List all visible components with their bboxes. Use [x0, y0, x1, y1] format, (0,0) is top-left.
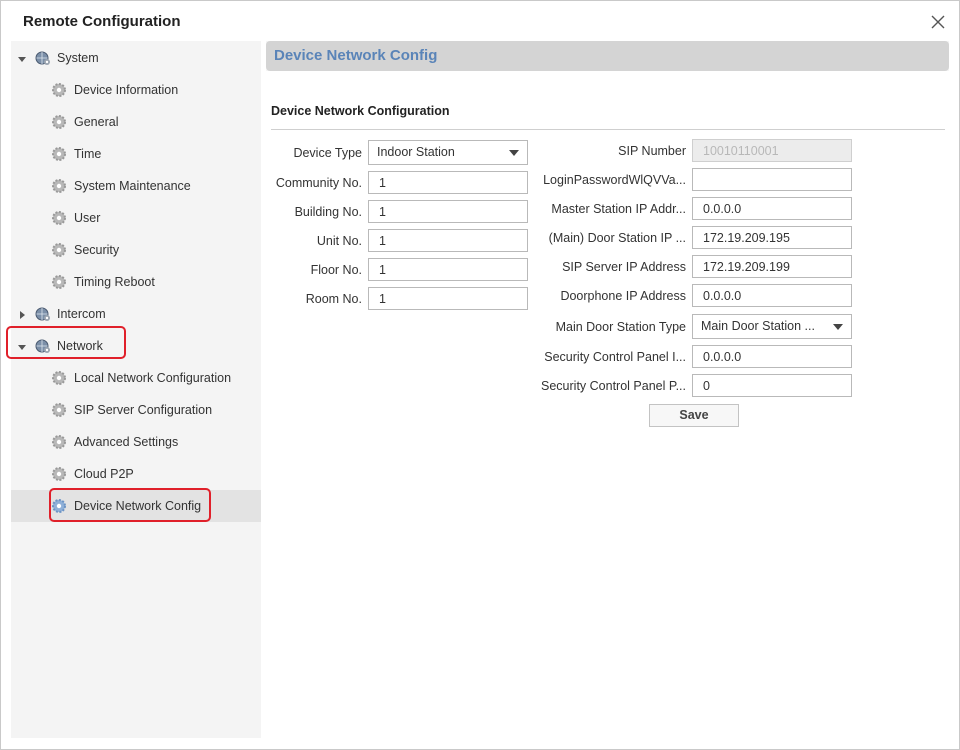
building-no-label: Building No.	[294, 205, 362, 219]
tree-item-system-maintenance[interactable]: System Maintenance	[11, 170, 261, 202]
main-door-station-type-label: Main Door Station Type	[555, 320, 686, 334]
building-no-input[interactable]	[368, 200, 528, 223]
gear-icon	[51, 178, 67, 194]
room-no-input[interactable]	[368, 287, 528, 310]
globe-gear-icon	[35, 306, 51, 322]
main-door-station-ip-label: (Main) Door Station IP ...	[548, 231, 686, 245]
globe-gear-icon	[35, 338, 51, 354]
login-password-label: LoginPasswordWlQVVa...	[543, 173, 686, 187]
sip-number-input	[692, 139, 852, 162]
gear-icon	[51, 498, 67, 514]
gear-icon	[51, 242, 67, 258]
tree-node-system[interactable]: System	[11, 42, 261, 74]
gear-icon	[51, 274, 67, 290]
tree-label-system: System	[57, 51, 99, 65]
tree-label: Cloud P2P	[74, 467, 134, 481]
dropdown-arrow-icon	[833, 324, 843, 330]
section-divider	[271, 129, 945, 130]
sip-number-label: SIP Number	[618, 144, 686, 158]
tree-label: User	[74, 211, 101, 225]
security-panel-port-input[interactable]	[692, 374, 852, 397]
gear-icon	[51, 114, 67, 130]
unit-no-label: Unit No.	[316, 234, 362, 248]
tree-label: Local Network Configuration	[74, 371, 232, 385]
security-panel-port-label: Security Control Panel P...	[541, 379, 686, 393]
window-title: Remote Configuration	[23, 13, 181, 30]
tree-item-time[interactable]: Time	[11, 138, 261, 170]
tree-node-intercom[interactable]: Intercom	[11, 298, 261, 330]
save-button[interactable]: Save	[649, 404, 739, 427]
sip-server-ip-label: SIP Server IP Address	[562, 260, 686, 274]
dropdown-arrow-icon	[509, 150, 519, 156]
tree-item-sip-server-configuration[interactable]: SIP Server Configuration	[11, 394, 261, 426]
gear-icon	[51, 434, 67, 450]
gear-icon	[51, 402, 67, 418]
gear-icon	[51, 146, 67, 162]
tree-label: General	[74, 115, 119, 129]
sip-server-ip-input[interactable]	[692, 255, 852, 278]
collapsed-arrow-icon[interactable]	[17, 309, 27, 319]
tree-label: SIP Server Configuration	[74, 403, 213, 417]
tree-label: Device Information	[74, 83, 179, 97]
community-no-input[interactable]	[368, 171, 528, 194]
login-password-input[interactable]	[692, 168, 852, 191]
tree-label: Advanced Settings	[74, 435, 179, 449]
tree-item-user[interactable]: User	[11, 202, 261, 234]
device-type-select[interactable]: Indoor Station	[368, 140, 528, 165]
floor-no-input[interactable]	[368, 258, 528, 281]
gear-icon	[51, 82, 67, 98]
panel-title: Device Network Config	[274, 47, 438, 64]
tree-label: Device Network Config	[74, 499, 202, 513]
main-door-station-type-select[interactable]: Main Door Station ...	[692, 314, 852, 339]
doorphone-ip-label: Doorphone IP Address	[560, 289, 686, 303]
tree-label: Security	[74, 243, 120, 257]
tree-item-device-information[interactable]: Device Information	[11, 74, 261, 106]
tree-item-advanced-settings[interactable]: Advanced Settings	[11, 426, 261, 458]
tree-item-local-network-configuration[interactable]: Local Network Configuration	[11, 362, 261, 394]
tree-item-cloud-p2p[interactable]: Cloud P2P	[11, 458, 261, 490]
main-door-station-ip-input[interactable]	[692, 226, 852, 249]
gear-icon	[51, 210, 67, 226]
tree-label: Time	[74, 147, 102, 161]
tree-label: Timing Reboot	[74, 275, 155, 289]
master-station-ip-label: Master Station IP Addr...	[551, 202, 686, 216]
panel-header: Device Network Config	[266, 41, 949, 71]
device-type-label: Device Type	[293, 146, 362, 160]
globe-gear-icon	[35, 50, 51, 66]
tree-label: System Maintenance	[74, 179, 191, 193]
tree-label-network: Network	[57, 339, 103, 353]
community-no-label: Community No.	[275, 176, 362, 190]
gear-icon	[51, 466, 67, 482]
close-icon[interactable]	[928, 12, 948, 32]
gear-icon	[51, 370, 67, 386]
security-panel-ip-input[interactable]	[692, 345, 852, 368]
doorphone-ip-input[interactable]	[692, 284, 852, 307]
expanded-arrow-icon[interactable]	[17, 341, 27, 351]
main-door-station-type-value: Main Door Station ...	[701, 319, 815, 333]
tree-label-intercom: Intercom	[57, 307, 106, 321]
expanded-arrow-icon[interactable]	[17, 53, 27, 63]
floor-no-label: Floor No.	[310, 263, 362, 277]
sidebar-tree: System Device Information General Time S…	[11, 41, 261, 738]
unit-no-input[interactable]	[368, 229, 528, 252]
tree-item-security[interactable]: Security	[11, 234, 261, 266]
tree-node-network[interactable]: Network	[11, 330, 261, 362]
tree-item-timing-reboot[interactable]: Timing Reboot	[11, 266, 261, 298]
tree-item-general[interactable]: General	[11, 106, 261, 138]
device-type-value: Indoor Station	[377, 145, 455, 159]
tree-item-device-network-config[interactable]: Device Network Config	[11, 490, 261, 522]
section-title: Device Network Configuration	[271, 104, 450, 118]
master-station-ip-input[interactable]	[692, 197, 852, 220]
room-no-label: Room No.	[305, 292, 362, 306]
security-panel-ip-label: Security Control Panel I...	[544, 350, 686, 364]
